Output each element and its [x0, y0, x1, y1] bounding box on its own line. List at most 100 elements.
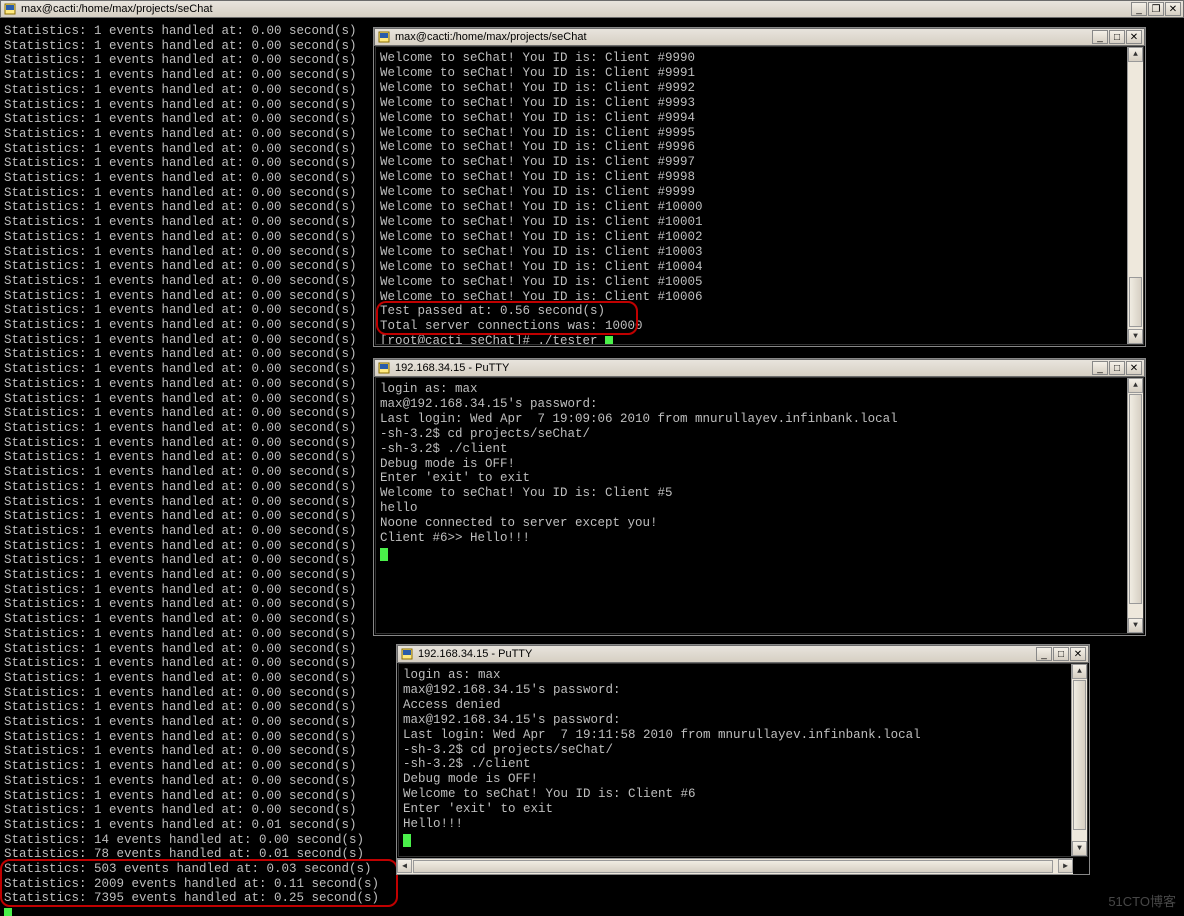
- sub1-window-controls: _ □ ✕: [1091, 30, 1142, 44]
- welcome-line: Welcome to seChat! You ID is: Client #99…: [380, 96, 1125, 111]
- welcome-line: Welcome to seChat! You ID is: Client #99…: [380, 66, 1125, 81]
- stat-line: Statistics: 1 events handled at: 0.00 se…: [4, 127, 379, 142]
- sub1-titlebar[interactable]: max@cacti:/home/max/projects/seChat _ □ …: [374, 28, 1145, 46]
- stat-line: Statistics: 1 events handled at: 0.00 se…: [4, 392, 379, 407]
- root-title: max@cacti:/home/max/projects/seChat: [21, 3, 1130, 15]
- stat-line: Statistics: 1 events handled at: 0.00 se…: [4, 362, 379, 377]
- welcome-line: Welcome to seChat! You ID is: Client #99…: [380, 185, 1125, 200]
- stat-line: Statistics: 1 events handled at: 0.00 se…: [4, 142, 379, 157]
- scroll-right-button[interactable]: ▶: [1058, 859, 1073, 873]
- term-line: -sh-3.2$ ./client: [380, 442, 1125, 457]
- scroll-thumb[interactable]: [1129, 394, 1142, 604]
- stat-line: Statistics: 1 events handled at: 0.00 se…: [4, 318, 379, 333]
- stat-line: Statistics: 1 events handled at: 0.00 se…: [4, 24, 379, 39]
- welcome-line: Welcome to seChat! You ID is: Client #10…: [380, 260, 1125, 275]
- scroll-left-button[interactable]: ◀: [397, 859, 412, 873]
- sub-window-client5[interactable]: 192.168.34.15 - PuTTY _ □ ✕ login as: ma…: [373, 358, 1146, 636]
- stat-line: Statistics: 1 events handled at: 0.00 se…: [4, 789, 379, 804]
- putty-icon: [377, 361, 391, 375]
- scroll-up-button[interactable]: ▲: [1128, 47, 1143, 62]
- stat-line: Statistics: 1 events handled at: 0.00 se…: [4, 656, 379, 671]
- stat-line: Statistics: 1 events handled at: 0.00 se…: [4, 259, 379, 274]
- root-titlebar[interactable]: max@cacti:/home/max/projects/seChat _ ❐ …: [0, 0, 1184, 18]
- welcome-line: Welcome to seChat! You ID is: Client #99…: [380, 51, 1125, 66]
- welcome-line: Welcome to seChat! You ID is: Client #99…: [380, 126, 1125, 141]
- term-line: Last login: Wed Apr 7 19:11:58 2010 from…: [403, 728, 1069, 743]
- stat-line: Statistics: 1 events handled at: 0.00 se…: [4, 671, 379, 686]
- stat-line: Statistics: 1 events handled at: 0.00 se…: [4, 539, 379, 554]
- term-line: login as: max: [403, 668, 1069, 683]
- stat-line: Statistics: 1 events handled at: 0.00 se…: [4, 53, 379, 68]
- maximize-button[interactable]: □: [1109, 30, 1125, 44]
- stat-line: Statistics: 1 events handled at: 0.00 se…: [4, 612, 379, 627]
- close-button[interactable]: ✕: [1165, 2, 1181, 16]
- term-line: max@192.168.34.15's password:: [403, 683, 1069, 698]
- sub-window-client6[interactable]: 192.168.34.15 - PuTTY _ □ ✕ login as: ma…: [396, 644, 1090, 875]
- term-line: -sh-3.2$ ./client: [403, 757, 1069, 772]
- scrollbar-vertical[interactable]: ▲ ▼: [1127, 47, 1143, 344]
- minimize-button[interactable]: _: [1131, 2, 1147, 16]
- term-line: -sh-3.2$ cd projects/seChat/: [403, 743, 1069, 758]
- stat-line: Statistics: 503 events handled at: 0.03 …: [4, 862, 379, 877]
- welcome-line: Welcome to seChat! You ID is: Client #10…: [380, 230, 1125, 245]
- scroll-thumb-h[interactable]: [413, 860, 1053, 873]
- stat-line: Statistics: 1 events handled at: 0.00 se…: [4, 524, 379, 539]
- stat-line: Statistics: 1 events handled at: 0.00 se…: [4, 421, 379, 436]
- minimize-button[interactable]: _: [1036, 647, 1052, 661]
- sub1-terminal[interactable]: Welcome to seChat! You ID is: Client #99…: [375, 46, 1144, 345]
- stat-line: Statistics: 1 events handled at: 0.00 se…: [4, 112, 379, 127]
- maximize-button[interactable]: ❐: [1148, 2, 1164, 16]
- minimize-button[interactable]: _: [1092, 361, 1108, 375]
- scroll-up-button[interactable]: ▲: [1072, 664, 1087, 679]
- term-line: Enter 'exit' to exit: [380, 471, 1125, 486]
- stat-line: Statistics: 1 events handled at: 0.00 se…: [4, 347, 379, 362]
- scrollbar-vertical[interactable]: ▲ ▼: [1127, 378, 1143, 633]
- sub1-terminal-lines: Welcome to seChat! You ID is: Client #99…: [380, 51, 1125, 345]
- cursor: [380, 548, 388, 561]
- sub3-terminal[interactable]: login as: maxmax@192.168.34.15's passwor…: [398, 663, 1088, 857]
- putty-icon: [3, 2, 17, 16]
- scroll-down-button[interactable]: ▼: [1128, 618, 1143, 633]
- scroll-thumb[interactable]: [1073, 680, 1086, 830]
- scrollbar-horizontal[interactable]: ◀ ▶: [397, 858, 1073, 874]
- stat-line: Statistics: 1 events handled at: 0.00 se…: [4, 377, 379, 392]
- maximize-button[interactable]: □: [1053, 647, 1069, 661]
- sub2-titlebar[interactable]: 192.168.34.15 - PuTTY _ □ ✕: [374, 359, 1145, 377]
- term-line: max@192.168.34.15's password:: [380, 397, 1125, 412]
- welcome-line: Welcome to seChat! You ID is: Client #99…: [380, 170, 1125, 185]
- cursor: [403, 834, 411, 847]
- scroll-down-button[interactable]: ▼: [1128, 329, 1143, 344]
- scroll-down-button[interactable]: ▼: [1072, 841, 1087, 856]
- stat-line: Statistics: 1 events handled at: 0.00 se…: [4, 274, 379, 289]
- stat-line: Statistics: 1 events handled at: 0.00 se…: [4, 642, 379, 657]
- stat-line: Statistics: 1 events handled at: 0.00 se…: [4, 303, 379, 318]
- welcome-line: Welcome to seChat! You ID is: Client #99…: [380, 111, 1125, 126]
- stat-line: Statistics: 14 events handled at: 0.00 s…: [4, 833, 379, 848]
- stat-line: Statistics: 1 events handled at: 0.00 se…: [4, 171, 379, 186]
- sub3-titlebar[interactable]: 192.168.34.15 - PuTTY _ □ ✕: [397, 645, 1089, 663]
- close-button[interactable]: ✕: [1070, 647, 1086, 661]
- minimize-button[interactable]: _: [1092, 30, 1108, 44]
- term-line: Client #6>> Hello!!!: [380, 531, 1125, 546]
- scroll-up-button[interactable]: ▲: [1128, 378, 1143, 393]
- term-line: Last login: Wed Apr 7 19:09:06 2010 from…: [380, 412, 1125, 427]
- sub2-terminal[interactable]: login as: maxmax@192.168.34.15's passwor…: [375, 377, 1144, 634]
- welcome-line: Welcome to seChat! You ID is: Client #10…: [380, 290, 1125, 305]
- total-conn-line: Total server connections was: 10000: [380, 319, 1125, 334]
- welcome-line: Welcome to seChat! You ID is: Client #10…: [380, 215, 1125, 230]
- stat-line: Statistics: 1 events handled at: 0.01 se…: [4, 818, 379, 833]
- close-button[interactable]: ✕: [1126, 361, 1142, 375]
- sub-window-tester[interactable]: max@cacti:/home/max/projects/seChat _ □ …: [373, 27, 1146, 347]
- term-line: Debug mode is OFF!: [380, 457, 1125, 472]
- welcome-line: Welcome to seChat! You ID is: Client #10…: [380, 245, 1125, 260]
- stat-line: Statistics: 1 events handled at: 0.00 se…: [4, 568, 379, 583]
- scrollbar-vertical[interactable]: ▲ ▼: [1071, 664, 1087, 856]
- stat-line: Statistics: 1 events handled at: 0.00 se…: [4, 200, 379, 215]
- scroll-thumb[interactable]: [1129, 277, 1142, 327]
- close-button[interactable]: ✕: [1126, 30, 1142, 44]
- stat-line: Statistics: 1 events handled at: 0.00 se…: [4, 98, 379, 113]
- maximize-button[interactable]: □: [1109, 361, 1125, 375]
- term-line: Access denied: [403, 698, 1069, 713]
- root-terminal-lines: Statistics: 1 events handled at: 0.00 se…: [4, 24, 379, 916]
- stat-line: Statistics: 1 events handled at: 0.00 se…: [4, 289, 379, 304]
